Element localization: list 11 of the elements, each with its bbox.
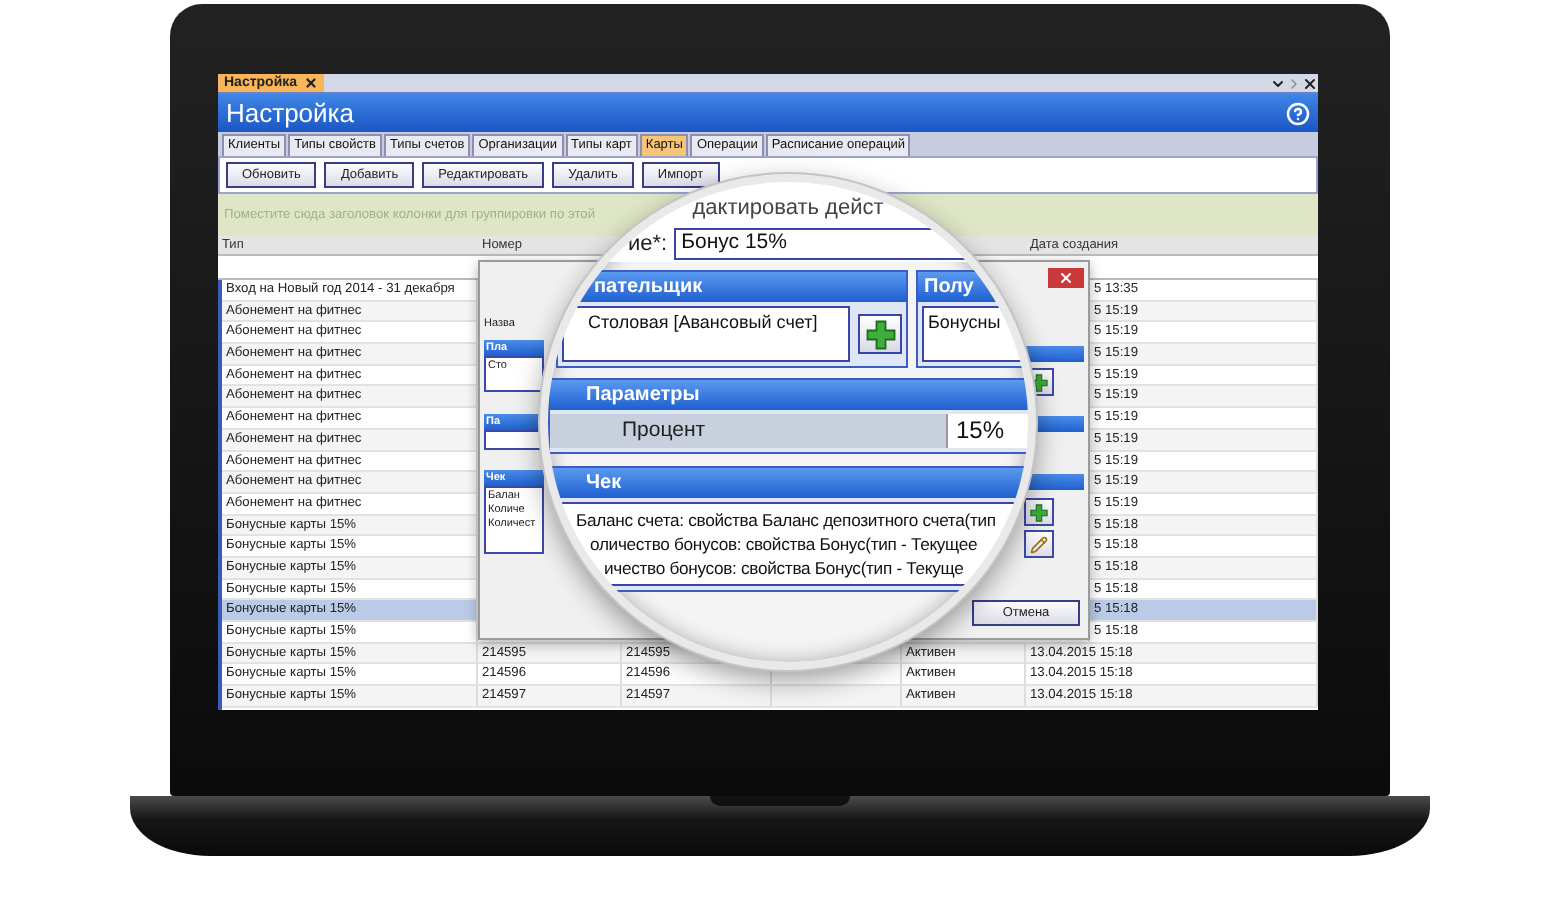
field-label: ие*: (628, 232, 668, 256)
parameter-name: Процент (550, 414, 946, 448)
list-item: Баланс счета: свойства Баланс депозитного счета(тип (576, 508, 996, 532)
list-box: Столовая [Авансовый счет] (562, 306, 850, 362)
panel-header: Чек (550, 468, 1028, 498)
panel-header: Параметры (550, 380, 1028, 410)
page-title: Настройка (226, 98, 354, 128)
list-item: оличество бонусов: свойства Бонус(тип - Текущее (590, 532, 978, 556)
list-item: ичество бонусов: свойства Бонус(тип - Текуще (604, 556, 964, 580)
dialog-title: дактировать дейст (692, 196, 884, 220)
list-box: Бонусны (922, 306, 1022, 362)
